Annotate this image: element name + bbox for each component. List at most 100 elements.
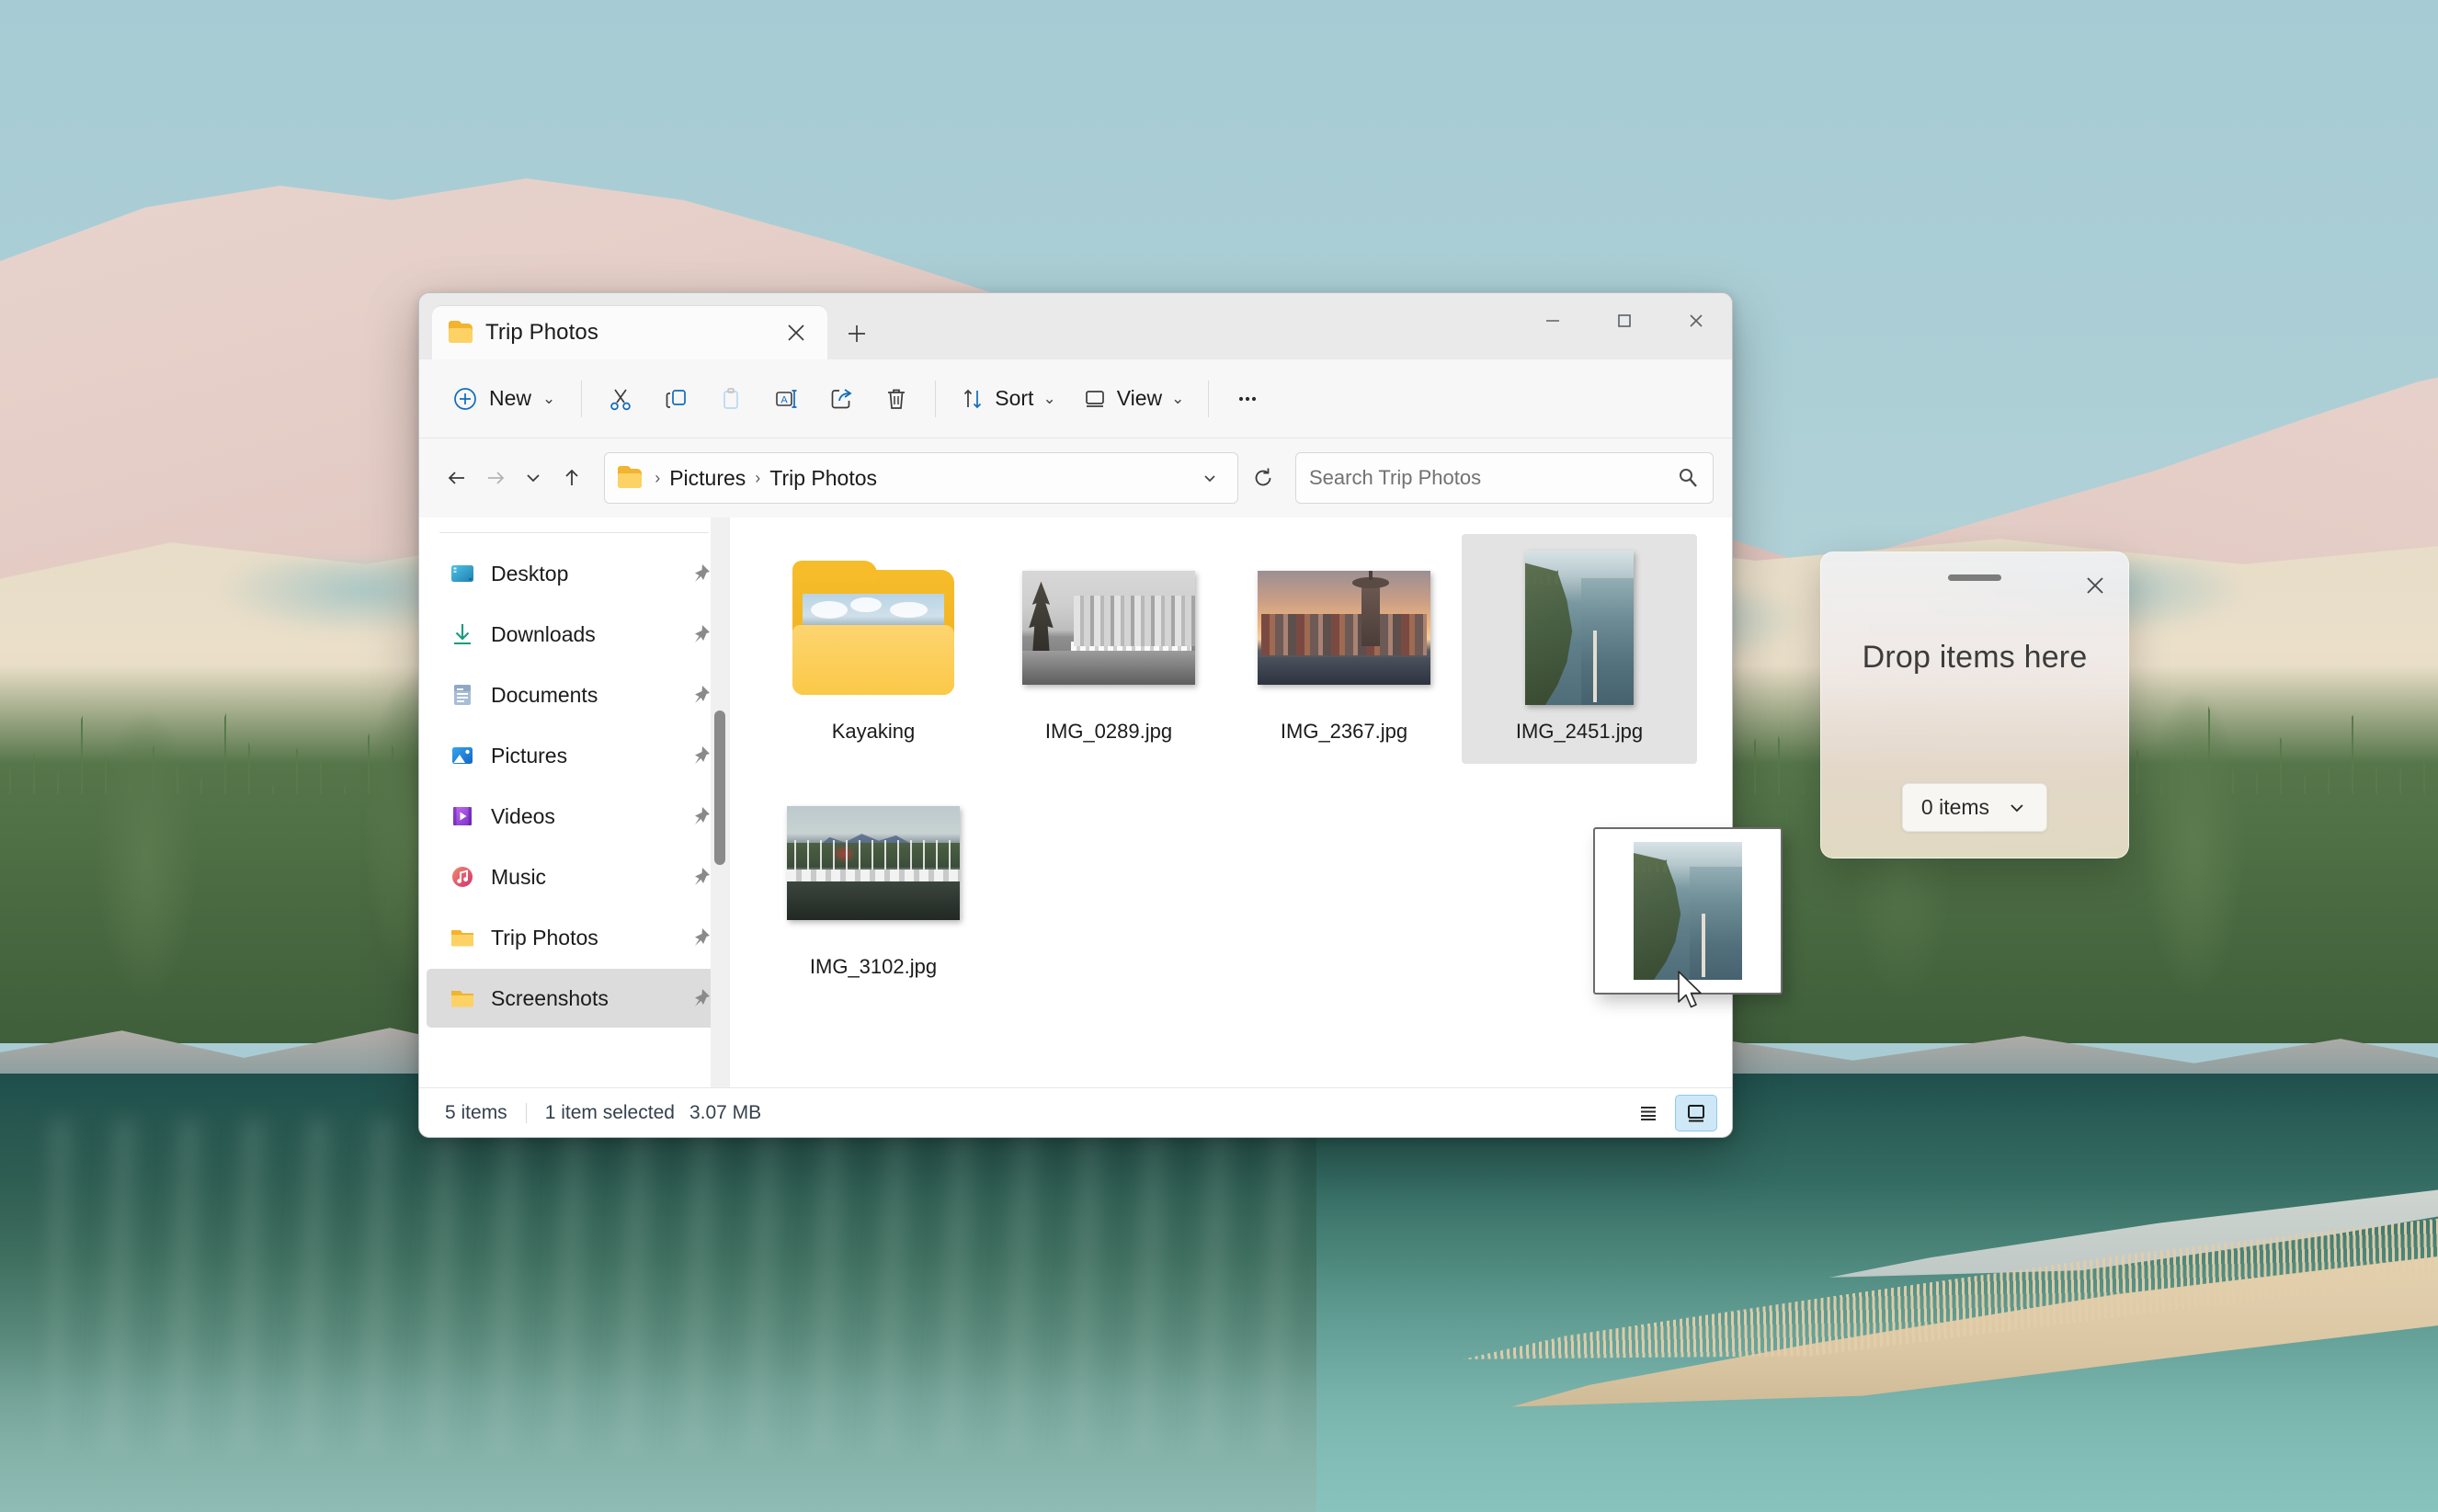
pin-icon[interactable] <box>689 622 712 646</box>
copy-icon <box>666 389 687 408</box>
monitor-icon <box>1085 390 1104 407</box>
maximize-button[interactable] <box>1589 293 1660 348</box>
file-item-img-2451[interactable]: IMG_2451.jpg <box>1462 534 1697 764</box>
list-view-icon <box>1641 1106 1656 1120</box>
nav-pane-scrollbar[interactable] <box>711 517 729 1087</box>
pin-icon[interactable] <box>689 683 712 707</box>
file-item-img-0289[interactable]: IMG_0289.jpg <box>991 534 1226 764</box>
forward-button[interactable] <box>476 453 515 503</box>
file-name-label: IMG_2451.jpg <box>1515 720 1644 743</box>
paste-button[interactable] <box>703 374 758 424</box>
sidebar-item-label: Documents <box>491 682 598 707</box>
explorer-body: Desktop Downloads Documents Pictures Vid… <box>419 517 1732 1087</box>
breadcrumb-pictures[interactable]: Pictures <box>669 466 746 491</box>
address-bar-row: › Pictures › Trip Photos <box>419 438 1732 517</box>
sidebar-item-desktop[interactable]: Desktop <box>427 544 722 603</box>
sidebar-item-label: Desktop <box>491 561 569 585</box>
photo-thumbnail <box>1525 551 1634 705</box>
more-options-button[interactable] <box>1220 374 1275 424</box>
large-icons-view-button[interactable] <box>1675 1094 1717 1131</box>
back-button[interactable] <box>438 453 476 503</box>
sidebar-item-downloads[interactable]: Downloads <box>427 605 722 664</box>
pin-icon[interactable] <box>689 744 712 767</box>
pin-icon[interactable] <box>689 865 712 889</box>
nav-divider <box>439 532 709 533</box>
cut-button[interactable] <box>593 374 648 424</box>
sidebar-item-label: Pictures <box>491 743 568 767</box>
search-box[interactable] <box>1294 452 1714 504</box>
desktop-icon <box>449 560 476 587</box>
folder-icon <box>618 465 643 488</box>
new-tab-button[interactable] <box>838 315 875 352</box>
drop-target-panel[interactable]: Drop items here 0 items <box>1820 551 2129 858</box>
search-icon[interactable] <box>1676 466 1700 490</box>
tab-trip-photos[interactable]: Trip Photos <box>432 306 827 359</box>
drop-panel-item-count[interactable]: 0 items <box>1901 783 2048 832</box>
toolbar-divider <box>581 380 583 417</box>
new-button-label: New <box>489 386 532 410</box>
delete-button[interactable] <box>869 374 924 424</box>
sort-arrows-icon <box>964 389 982 408</box>
tab-close-icon[interactable] <box>778 314 815 351</box>
folder-icon <box>449 984 476 1012</box>
sort-button[interactable]: Sort ⌄ <box>947 374 1068 424</box>
wallpaper-reflection <box>49 1119 1317 1452</box>
folder-icon <box>449 924 476 951</box>
file-item-kayaking[interactable]: Kayaking <box>756 534 991 764</box>
chevron-down-icon[interactable] <box>2006 797 2028 819</box>
sidebar-item-label: Trip Photos <box>491 925 598 949</box>
title-bar[interactable]: Trip Photos <box>419 293 1732 359</box>
sidebar-item-pictures[interactable]: Pictures <box>427 726 722 785</box>
sidebar-item-music[interactable]: Music <box>427 847 722 906</box>
sidebar-item-videos[interactable]: Videos <box>427 787 722 846</box>
view-label: View <box>1116 386 1163 410</box>
share-button[interactable] <box>814 374 869 424</box>
up-button[interactable] <box>553 453 591 503</box>
rename-icon: A <box>776 389 797 408</box>
file-item-img-2367[interactable]: IMG_2367.jpg <box>1226 534 1462 764</box>
arrow-right-icon <box>487 472 504 484</box>
copy-button[interactable] <box>648 374 703 424</box>
scissors-icon <box>610 389 632 410</box>
file-explorer-window[interactable]: Trip Photos New ⌄ A Sort ⌄ View ⌄ › Pict… <box>418 292 1733 1138</box>
sidebar-item-documents[interactable]: Documents <box>427 665 722 724</box>
breadcrumb-separator: › <box>755 468 761 487</box>
item-count-label: 5 items <box>445 1101 507 1123</box>
sidebar-item-label: Music <box>491 864 547 889</box>
close-button[interactable] <box>1660 293 1732 348</box>
pin-icon[interactable] <box>689 986 712 1010</box>
drop-panel-count-label: 0 items <box>1920 795 1990 819</box>
file-item-img-3102[interactable]: IMG_3102.jpg <box>756 769 991 999</box>
sidebar-item-trip-photos[interactable]: Trip Photos <box>427 908 722 967</box>
breadcrumb-trip-photos[interactable]: Trip Photos <box>769 466 877 491</box>
pin-icon[interactable] <box>689 562 712 585</box>
nav-pane-scrollbar-thumb[interactable] <box>714 711 725 865</box>
navigation-pane: Desktop Downloads Documents Pictures Vid… <box>419 517 730 1087</box>
pin-icon[interactable] <box>689 804 712 828</box>
rename-button[interactable]: A <box>758 374 814 424</box>
chevron-down-icon <box>527 474 541 483</box>
minimize-button[interactable] <box>1517 293 1589 348</box>
sort-label: Sort <box>995 386 1034 410</box>
refresh-button[interactable] <box>1244 453 1282 503</box>
new-button[interactable]: New ⌄ <box>438 374 570 424</box>
recent-locations-button[interactable] <box>515 453 553 503</box>
folder-icon <box>449 320 473 343</box>
breadcrumb-bar[interactable]: › Pictures › Trip Photos <box>604 452 1239 504</box>
arrow-left-icon <box>448 472 464 484</box>
thumbnail <box>787 782 960 944</box>
file-list-pane[interactable]: Kayaking IMG_0289.jpg IMG_2367.jpg IMG_2… <box>730 517 1732 1087</box>
drag-preview-card <box>1593 827 1783 995</box>
close-icon[interactable] <box>2077 567 2113 604</box>
details-view-button[interactable] <box>1627 1095 1669 1131</box>
thumbnail <box>1525 547 1634 709</box>
view-button[interactable]: View ⌄ <box>1069 374 1198 424</box>
drag-handle-icon[interactable] <box>1948 574 2001 581</box>
mouse-cursor <box>1677 971 1708 1015</box>
sidebar-item-screenshots[interactable]: Screenshots <box>427 969 722 1028</box>
drop-panel-title: Drop items here <box>1862 640 2088 675</box>
toolbar-divider <box>935 380 937 417</box>
search-input[interactable] <box>1308 466 1676 490</box>
pin-icon[interactable] <box>689 926 712 949</box>
breadcrumb-dropdown-icon[interactable] <box>1190 458 1230 498</box>
